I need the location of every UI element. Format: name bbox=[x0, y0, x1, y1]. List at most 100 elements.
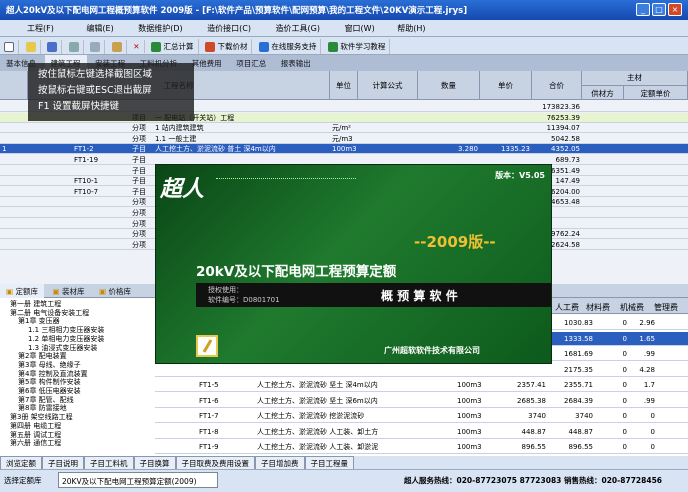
hotline-text: 超人服务热线：020-87723075 87723083 销售热线：020-87… bbox=[404, 476, 663, 485]
cell-name: 人工挖土方、淤泥流砂 坚土 深4m以内 bbox=[257, 381, 378, 389]
splash-window: 超人 版本：V5.05 --2009版-- 20kV及以下配电网工程预算定额 授… bbox=[155, 164, 552, 364]
menu-help[interactable]: 帮助(H) bbox=[392, 20, 430, 37]
tab-project-summary[interactable]: 项目汇总 bbox=[230, 55, 272, 71]
save-icon[interactable] bbox=[43, 40, 63, 54]
cell-type: 子目 bbox=[132, 187, 146, 196]
splash-title: 20kV及以下配电网工程预算定额 bbox=[196, 264, 397, 280]
quota-row[interactable]: FT1-7 人工挖土方、淤泥流砂 挖淤泥流砂 100m3 3740 3740 0 0 bbox=[155, 409, 688, 423]
col-material: 材料费 bbox=[586, 303, 610, 312]
tree-node[interactable]: 第四册 电缆工程 bbox=[10, 422, 61, 431]
quota-row[interactable]: FT1-6 人工挖土方、淤泥流砂 坚土 深6m以内 100m3 2685.38 2684… bbox=[155, 394, 688, 408]
new-icon[interactable] bbox=[0, 40, 19, 54]
cell-c: 2.96 bbox=[639, 319, 655, 327]
menu-cost-interface[interactable]: 造价接口(C) bbox=[202, 20, 256, 37]
detail-tab[interactable]: 浏览定额 bbox=[0, 456, 42, 469]
cell-type: 分项 bbox=[132, 209, 146, 217]
cell-qty bbox=[418, 134, 480, 144]
cell-code bbox=[197, 363, 237, 377]
cell-c: 1.65 bbox=[639, 334, 655, 343]
menu-cost-tools[interactable]: 造价工具(G) bbox=[271, 20, 325, 37]
detail-tab[interactable]: 子目取费及费用设置 bbox=[175, 456, 255, 469]
maximize-button[interactable]: □ bbox=[652, 3, 666, 16]
cell-code bbox=[72, 229, 122, 239]
cell-price: 896.55 bbox=[521, 443, 547, 451]
grid-row[interactable]: 分项 1 站内建筑建筑 元/m² 11394.07 bbox=[0, 123, 688, 134]
tab-quota-lib[interactable]: ▣ 定额库 bbox=[0, 284, 44, 299]
cell-b: 0 bbox=[622, 427, 627, 436]
detail-tab[interactable]: 子目换算 bbox=[133, 456, 176, 469]
quota-row[interactable]: FT1-8 人工挖土方、淤泥流砂 人工装、卸土方 100m3 448.87 448.87… bbox=[155, 425, 688, 439]
quota-row[interactable]: FT1-9 人工挖土方、淤泥流砂 人工装、卸淤泥 100m3 896.55 896.55… bbox=[155, 440, 688, 454]
cell-a: 1333.58 bbox=[564, 334, 593, 343]
tab-report-output[interactable]: 报表输出 bbox=[275, 55, 317, 71]
tab-material-lib[interactable]: ▣ 装材库 bbox=[47, 284, 91, 299]
detail-tab[interactable]: 子目增加费 bbox=[255, 456, 305, 469]
quota-row[interactable]: 2175.35 0 4.28 bbox=[155, 363, 688, 377]
window-title: 超人20kV及以下配电网工程概预算软件 2009版 - [F:\软件产品\预算软… bbox=[6, 6, 468, 16]
cell-unit: 100m3 bbox=[457, 412, 482, 420]
cell-unit bbox=[455, 363, 491, 377]
menu-edit[interactable]: 编辑(E) bbox=[81, 20, 118, 37]
tree-node[interactable]: 第3章 母线、绝缘子 bbox=[18, 361, 81, 370]
quota-row[interactable]: FT1-5 人工挖土方、淤泥流砂 坚土 深4m以内 100m3 2357.41 2355… bbox=[155, 378, 688, 392]
detail-tab[interactable]: 子目说明 bbox=[42, 456, 84, 469]
cell-qty: 3.280 bbox=[457, 145, 478, 154]
cell-total: 76253.39 bbox=[546, 113, 580, 122]
cell-no bbox=[0, 123, 28, 133]
menu-file[interactable]: 工程(F) bbox=[22, 20, 59, 37]
cell-a: 2355.71 bbox=[564, 381, 593, 389]
cell-c: 0 bbox=[650, 443, 655, 451]
cell-price bbox=[480, 113, 532, 123]
col-total: 合价 bbox=[532, 71, 582, 100]
grid-row[interactable]: 1 子目 FT1-2 人工挖土方、淤泥流砂 普土 深4m以内 100m3 3.280 133… bbox=[0, 144, 688, 155]
cell-no bbox=[0, 197, 28, 207]
minimize-button[interactable]: _ bbox=[636, 3, 650, 16]
quota-db-select[interactable]: 20KV及以下配电网工程预算定额(2009) bbox=[58, 472, 218, 488]
product-label: 概 预 算 软 件 bbox=[381, 289, 458, 303]
cell-name: 人工挖土方、淤泥流砂 人工装、卸土方 bbox=[257, 427, 379, 436]
tree-node[interactable]: 1.1 三相相力变压器安装 bbox=[28, 326, 104, 335]
cell-no bbox=[0, 113, 28, 123]
close-button[interactable]: × bbox=[668, 3, 682, 16]
title-bar: 超人20kV及以下配电网工程概预算软件 2009版 - [F:\软件产品\预算软… bbox=[0, 0, 688, 20]
tutorial-button[interactable]: 软件学习教程 bbox=[324, 39, 391, 54]
cell-total: 5042.58 bbox=[551, 134, 580, 143]
tree-node[interactable]: 第3册 架空线路工程 bbox=[10, 413, 73, 422]
online-support-button[interactable]: 在线服务支持 bbox=[255, 39, 322, 54]
grid-row[interactable]: 分项 1.1 一般土建 元/m3 5042.58 bbox=[0, 134, 688, 144]
detail-tab[interactable]: 子目工程量 bbox=[304, 456, 354, 469]
menu-window[interactable]: 窗口(W) bbox=[340, 20, 380, 37]
cell-name: 人工挖土方、淤泥流砂 普土 深4m以内 bbox=[155, 145, 276, 154]
cell-a: 448.87 bbox=[568, 427, 594, 436]
detail-tab[interactable]: 子目工料机 bbox=[84, 456, 134, 469]
cell-code: FT1-19 bbox=[74, 156, 99, 164]
info-bar: 授权使用： 软件编号：D0801701 概 预 算 软 件 bbox=[196, 283, 551, 307]
cell-name: 人工挖土方、淤泥流砂 坚土 深6m以内 bbox=[257, 396, 378, 405]
tree-node[interactable]: 第6章 低压电器安装 bbox=[18, 387, 81, 396]
cell-price: 448.87 bbox=[521, 427, 547, 436]
cut-icon[interactable] bbox=[65, 40, 84, 54]
tree-node[interactable]: 第2章 配电装置 bbox=[18, 352, 67, 361]
summary-calc-button[interactable]: 汇总计算 bbox=[147, 39, 199, 54]
col-labor: 人工费 bbox=[555, 303, 579, 312]
col-unit: 单位 bbox=[330, 71, 358, 100]
tree-node[interactable]: 第六册 通信工程 bbox=[10, 439, 61, 448]
col-machine: 机械费 bbox=[620, 303, 644, 312]
menu-data[interactable]: 数据维护(D) bbox=[133, 20, 187, 37]
tab-price-lib[interactable]: ▣ 价格库 bbox=[93, 284, 137, 299]
tree-node[interactable]: 第5章 构件制作安装 bbox=[18, 378, 81, 387]
paste-icon[interactable] bbox=[108, 40, 127, 54]
tree-node[interactable]: 第一册 建筑工程 bbox=[10, 300, 61, 309]
copy-icon[interactable] bbox=[86, 40, 106, 54]
tree-node[interactable]: 1.2 单相电力变压器安装 bbox=[28, 335, 104, 344]
open-icon[interactable] bbox=[22, 40, 41, 54]
toolbar: ✕ 汇总计算 下载价材 在线服务支持 软件学习教程 bbox=[0, 37, 688, 55]
delete-icon[interactable]: ✕ bbox=[129, 40, 145, 53]
col-qty: 数量 bbox=[418, 71, 480, 100]
cell-unit: 元/m² bbox=[332, 124, 351, 133]
hint-line-2: 按鼠标右键或ESC退出截屏 bbox=[38, 85, 152, 96]
download-prices-button[interactable]: 下载价材 bbox=[201, 39, 253, 54]
cell-type: 分项 bbox=[132, 240, 146, 249]
hint-line-3: F1 设置截屏快捷键 bbox=[38, 101, 120, 112]
cell-name: 人工挖土方、淤泥流砂 挖淤泥流砂 bbox=[257, 412, 365, 420]
